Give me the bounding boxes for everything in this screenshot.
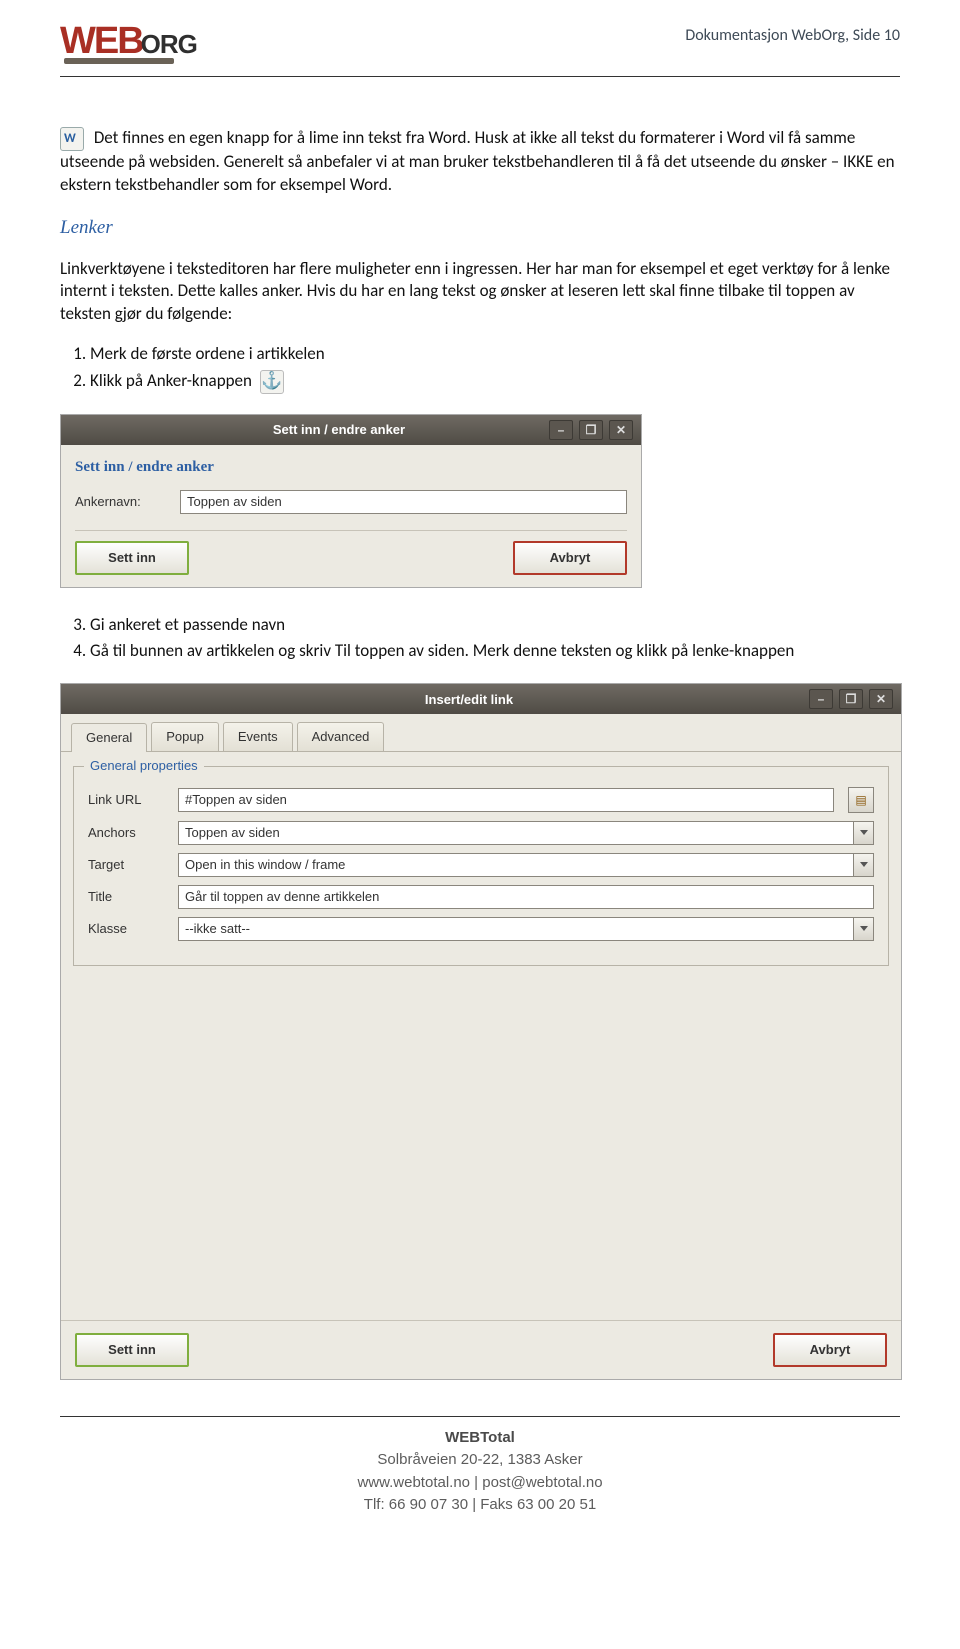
tab-general[interactable]: General [71, 723, 147, 752]
link-dialog: Insert/edit link – ❐ ✕ General Popup Eve… [60, 683, 902, 1380]
dialog-empty-area [61, 980, 901, 1320]
title-label: Title [88, 888, 168, 906]
anchor-dialog-heading: Sett inn / endre anker [75, 457, 627, 477]
steps-list-a: Merk de første ordene i artikkelen Klikk… [90, 343, 900, 394]
target-label: Target [88, 856, 168, 874]
step-4: Gå til bunnen av artikkelen og skriv Til… [90, 640, 900, 663]
intro-text: Det finnes en egen knapp for å lime inn … [60, 127, 895, 195]
tab-popup[interactable]: Popup [151, 722, 219, 751]
close-button[interactable]: ✕ [609, 420, 633, 440]
klasse-select[interactable] [178, 917, 854, 941]
anchor-icon: ⚓ [260, 370, 284, 394]
browse-icon: ▤ [855, 792, 866, 808]
chevron-down-icon [860, 862, 868, 867]
title-input[interactable] [178, 885, 874, 909]
browse-button[interactable]: ▤ [848, 787, 874, 813]
footer-company: WEBTotal [60, 1427, 900, 1450]
anchor-insert-button[interactable]: Sett inn [75, 541, 189, 575]
step-2: Klikk på Anker-knappen ⚓ [90, 370, 900, 394]
step-1: Merk de første ordene i artikkelen [90, 343, 900, 366]
footer-address: Solbråveien 20-22, 1383 Asker [60, 1449, 900, 1472]
minimize-button[interactable]: – [549, 420, 573, 440]
anchors-label: Anchors [88, 824, 168, 842]
page-footer: WEBTotal Solbråveien 20-22, 1383 Asker w… [60, 1427, 900, 1517]
tab-events[interactable]: Events [223, 722, 293, 751]
minimize-button[interactable]: – [809, 689, 833, 709]
link-cancel-button[interactable]: Avbryt [773, 1333, 887, 1367]
intro-paragraph: Det finnes en egen knapp for å lime inn … [60, 127, 900, 197]
anchors-dropdown-button[interactable] [854, 821, 874, 845]
maximize-button[interactable]: ❐ [839, 689, 863, 709]
section-heading-lenker: Lenker [60, 215, 900, 241]
footer-tel: Tlf: 66 90 07 30 | Faks 63 00 20 51 [60, 1494, 900, 1517]
klasse-label: Klasse [88, 920, 168, 938]
target-select[interactable] [178, 853, 854, 877]
fieldset-legend: General properties [84, 757, 204, 775]
step-2-text: Klikk på Anker-knappen [90, 370, 252, 391]
tab-advanced[interactable]: Advanced [297, 722, 385, 751]
anchor-dialog: Sett inn / endre anker – ❐ ✕ Sett inn / … [60, 414, 642, 587]
anchor-name-label: Ankernavn: [75, 493, 170, 511]
lenker-paragraph: Linkverktøyene i teksteditoren har flere… [60, 258, 900, 327]
link-dialog-tabs: General Popup Events Advanced [61, 714, 901, 752]
link-dialog-title: Insert/edit link [129, 691, 809, 709]
link-insert-button[interactable]: Sett inn [75, 1333, 189, 1367]
logo: WEB ORG [60, 20, 197, 64]
anchor-cancel-button[interactable]: Avbryt [513, 541, 627, 575]
chevron-down-icon [860, 830, 868, 835]
klasse-dropdown-button[interactable] [854, 917, 874, 941]
step-3: Gi ankeret et passende navn [90, 614, 900, 637]
anchor-dialog-title: Sett inn / endre anker [129, 421, 549, 439]
target-dropdown-button[interactable] [854, 853, 874, 877]
steps-list-b: Gi ankeret et passende navn Gå til bunne… [90, 614, 900, 664]
logo-grey: ORG [141, 29, 197, 60]
doc-header-title: Dokumentasjon WebOrg, Side 10 [685, 26, 900, 45]
logo-red: WEB [60, 20, 143, 63]
link-url-label: Link URL [88, 791, 168, 809]
anchor-dialog-titlebar: Sett inn / endre anker – ❐ ✕ [61, 415, 641, 445]
general-properties-fieldset: General properties Link URL ▤ Anchors [73, 766, 889, 966]
link-url-input[interactable] [178, 788, 834, 812]
footer-web: www.webtotal.no | post@webtotal.no [60, 1472, 900, 1495]
header-separator [60, 76, 900, 77]
close-button[interactable]: ✕ [869, 689, 893, 709]
word-paste-icon [60, 127, 84, 151]
anchor-name-input[interactable] [180, 490, 627, 514]
chevron-down-icon [860, 926, 868, 931]
link-dialog-titlebar: Insert/edit link – ❐ ✕ [61, 684, 901, 714]
anchors-select[interactable] [178, 821, 854, 845]
footer-separator [60, 1416, 900, 1417]
maximize-button[interactable]: ❐ [579, 420, 603, 440]
